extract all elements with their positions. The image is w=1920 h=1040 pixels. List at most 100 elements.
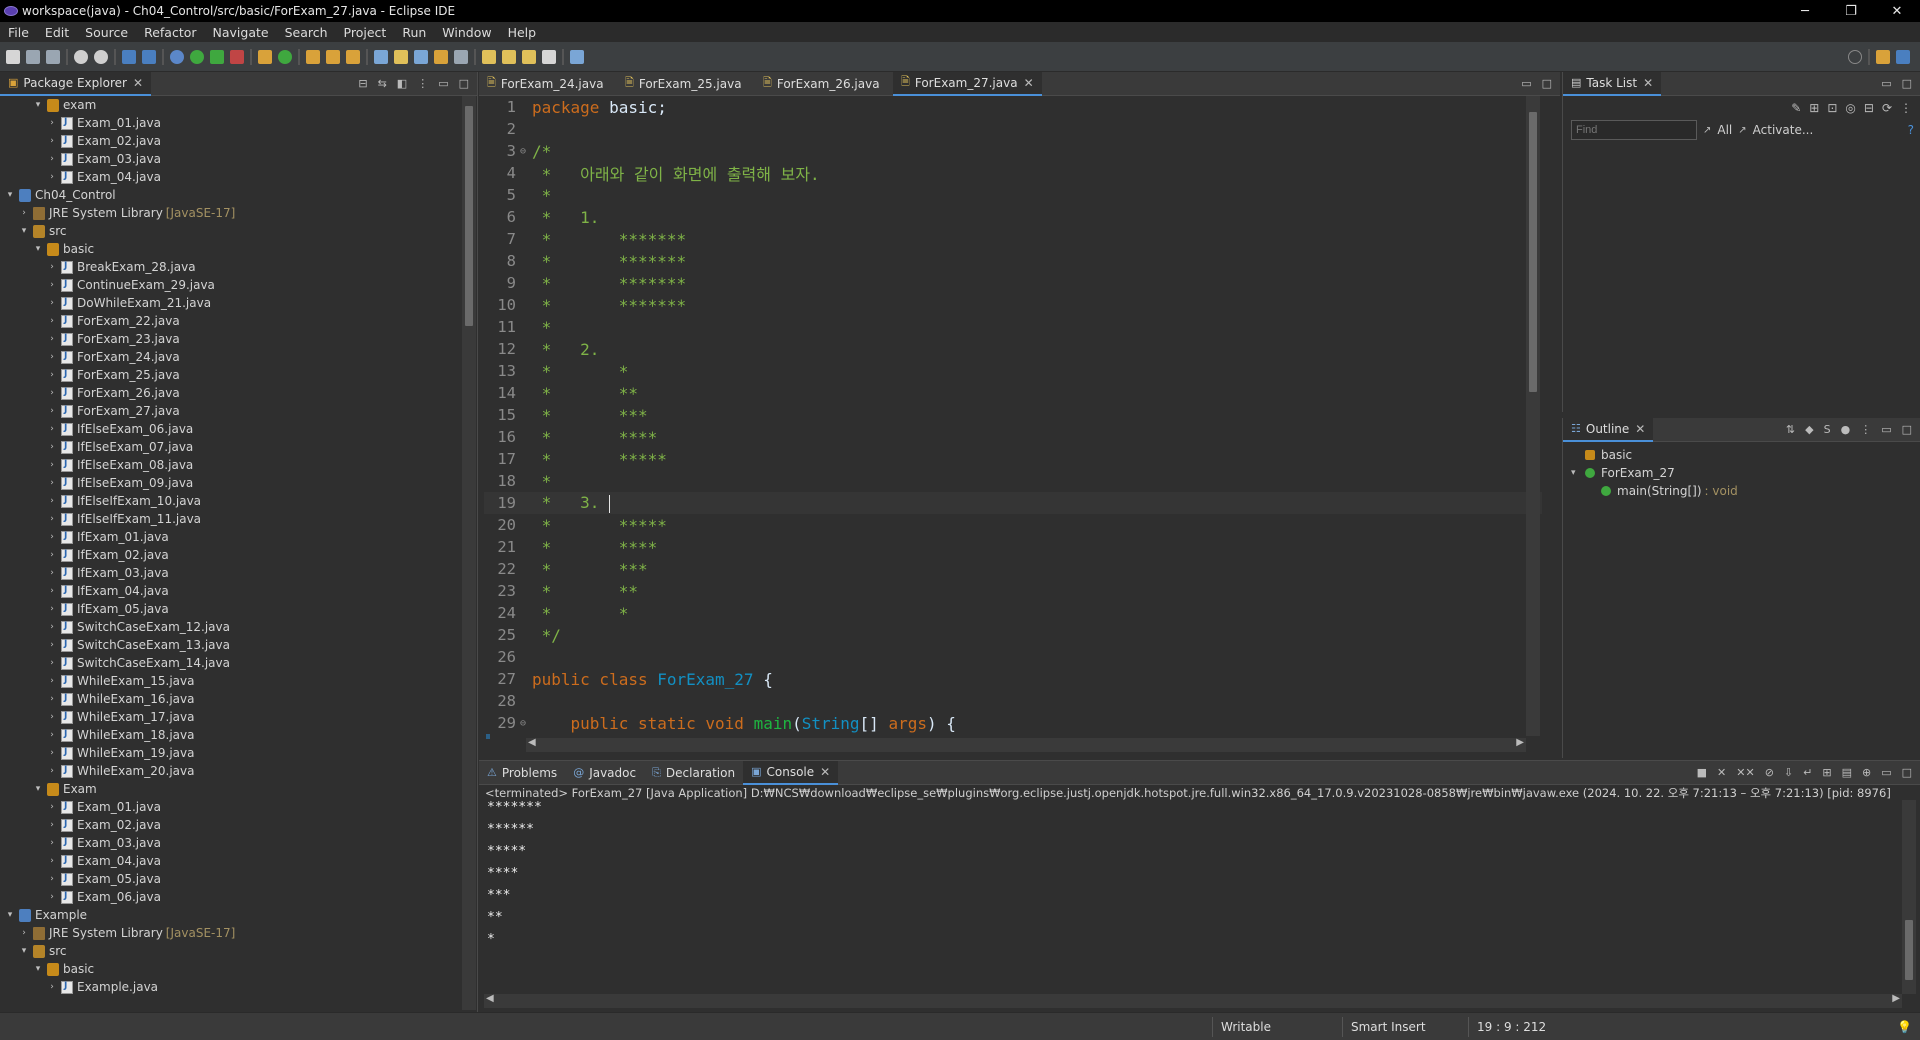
hide-nonpublic-icon[interactable]: ●	[1841, 423, 1851, 436]
hide-fields-icon[interactable]: ◆	[1805, 423, 1813, 436]
console-horizontal-scrollbar[interactable]: ◀ ▶	[484, 993, 1902, 1008]
tree-item[interactable]: › IfElseExam_09.java	[0, 474, 460, 492]
code-line[interactable]: 28	[484, 690, 1542, 712]
annotation-icon[interactable]	[394, 49, 408, 64]
hide-static-icon[interactable]: S	[1824, 423, 1831, 436]
new-task-icon[interactable]: ✎	[1791, 101, 1801, 115]
chevron-right-icon[interactable]: ›	[46, 550, 58, 560]
chevron-right-icon[interactable]: ›	[46, 460, 58, 470]
tree-item[interactable]: › Exam_05.java	[0, 870, 460, 888]
chevron-right-icon[interactable]: ›	[46, 658, 58, 668]
clear-console-icon[interactable]: ⊘	[1765, 766, 1774, 779]
minimize-button[interactable]: ─	[1782, 4, 1828, 19]
open-console-icon[interactable]: ⊕	[1862, 766, 1871, 779]
expand-icon[interactable]: ▾	[32, 244, 44, 254]
next-annotation-icon[interactable]	[482, 49, 496, 64]
expand-icon[interactable]: ▾	[18, 946, 30, 956]
pin-console-icon[interactable]: ⊞	[1822, 766, 1831, 779]
bottom-tab[interactable]: ⎘ Declaration	[644, 761, 743, 785]
redo-icon[interactable]	[94, 49, 108, 64]
code-line[interactable]: 17 * *****	[484, 448, 1542, 470]
chevron-right-icon[interactable]: ›	[46, 730, 58, 740]
link-with-editor-icon[interactable]: ⇆	[378, 77, 387, 90]
chevron-right-icon[interactable]: ›	[46, 802, 58, 812]
menu-refactor[interactable]: Refactor	[136, 25, 204, 40]
tree-item[interactable]: › Example.java	[0, 978, 460, 996]
tree-item[interactable]: › WhileExam_17.java	[0, 708, 460, 726]
scroll-left-icon[interactable]: ◀	[486, 993, 494, 1004]
tree-item[interactable]: ▾ Ch04_Control	[0, 186, 460, 204]
code-line[interactable]: 8 * *******	[484, 250, 1542, 272]
console-output[interactable]: ******* ****** ***** **** *** ** *	[484, 800, 1904, 990]
tree-item[interactable]: ▾ src	[0, 222, 460, 240]
chevron-right-icon[interactable]: ›	[46, 586, 58, 596]
task-all-link[interactable]: All	[1717, 123, 1732, 137]
editor-vertical-scrollbar[interactable]	[1526, 96, 1540, 736]
chevron-right-icon[interactable]: ›	[46, 298, 58, 308]
code-line[interactable]: 2	[484, 118, 1542, 140]
view-menu-icon[interactable]: ⋮	[1900, 101, 1912, 115]
code-line[interactable]: 9 * *******	[484, 272, 1542, 294]
pin-editor-icon[interactable]	[570, 49, 584, 64]
menu-search[interactable]: Search	[277, 25, 336, 40]
undo-icon[interactable]	[74, 49, 88, 64]
close-icon[interactable]: ✕	[1635, 422, 1645, 436]
tip-icon[interactable]: 💡	[1897, 1020, 1912, 1034]
code-line[interactable]: 21 * ****	[484, 536, 1542, 558]
tree-item[interactable]: ▾ src	[0, 942, 460, 960]
chevron-right-icon[interactable]: ›	[46, 154, 58, 164]
menu-project[interactable]: Project	[336, 25, 395, 40]
chevron-right-icon[interactable]: ›	[46, 604, 58, 614]
tree-item[interactable]: › Exam_04.java	[0, 168, 460, 186]
tab-outline[interactable]: ☷ Outline ✕	[1563, 417, 1654, 442]
chevron-right-icon[interactable]: ›	[46, 622, 58, 632]
task-find-input[interactable]	[1571, 120, 1697, 140]
close-button[interactable]: ✕	[1874, 4, 1920, 19]
scrollbar-thumb[interactable]	[1529, 112, 1537, 392]
terminate-icon[interactable]: ■	[1697, 766, 1707, 779]
help-icon[interactable]: ?	[1908, 123, 1914, 137]
outline-item[interactable]: main(String[]): void	[1563, 482, 1920, 500]
code-line[interactable]: 25 */	[484, 624, 1542, 646]
scroll-right-icon[interactable]: ▶	[1892, 993, 1900, 1004]
chevron-right-icon[interactable]: ›	[46, 982, 58, 992]
tree-item[interactable]: › JRE System Library [JavaSE-17]	[0, 204, 460, 222]
chevron-right-icon[interactable]: ›	[46, 856, 58, 866]
code-line[interactable]: 4 * 아래와 같이 화면에 출력해 보자.	[484, 162, 1542, 184]
chevron-right-icon[interactable]: ›	[46, 424, 58, 434]
maximize-view-icon[interactable]: □	[1902, 77, 1912, 90]
filter-icon[interactable]: ◧	[397, 77, 407, 90]
status-cursor-position[interactable]: 19 : 9 : 212	[1468, 1016, 1588, 1037]
tree-item[interactable]: › Exam_01.java	[0, 798, 460, 816]
word-wrap-icon[interactable]	[434, 49, 448, 64]
chevron-right-icon[interactable]: ›	[18, 928, 30, 938]
scroll-left-icon[interactable]: ◀	[528, 737, 536, 748]
tab-package-explorer[interactable]: ▣ Package Explorer ✕	[0, 71, 151, 96]
save-icon[interactable]	[26, 49, 40, 64]
search-toolbar-icon[interactable]	[346, 49, 360, 64]
code-line[interactable]: 14 * **	[484, 382, 1542, 404]
close-icon[interactable]: ✕	[1024, 76, 1034, 90]
tree-item[interactable]: ▾ Example	[0, 906, 460, 924]
tree-item[interactable]: › Exam_02.java	[0, 816, 460, 834]
tree-item[interactable]: › IfExam_02.java	[0, 546, 460, 564]
toggle-mark-occurrences-icon[interactable]	[374, 49, 388, 64]
code-line[interactable]: 7 * *******	[484, 228, 1542, 250]
editor-tab[interactable]: 🗎 ForExam_25.java	[617, 72, 755, 96]
menu-file[interactable]: File	[0, 25, 37, 40]
chevron-right-icon[interactable]: ›	[46, 640, 58, 650]
chevron-right-icon[interactable]: ›	[46, 496, 58, 506]
code-editor[interactable]: 1 package basic; 2 3 ⊖/* 4 * 아래와 같이 화면에 출력해 보…	[484, 96, 1542, 734]
code-line[interactable]: 6 * 1.	[484, 206, 1542, 228]
tree-item[interactable]: › SwitchCaseExam_14.java	[0, 654, 460, 672]
minimize-view-icon[interactable]: ▭	[1881, 766, 1891, 779]
chevron-right-icon[interactable]: ›	[46, 568, 58, 578]
minimize-view-icon[interactable]: ▭	[1521, 77, 1531, 90]
terminal-icon[interactable]	[122, 49, 136, 64]
tree-item[interactable]: › JRE System Library [JavaSE-17]	[0, 924, 460, 942]
java-perspective-icon[interactable]	[1896, 49, 1910, 64]
package-explorer-scrollbar[interactable]	[462, 96, 476, 1010]
tree-item[interactable]: › IfExam_03.java	[0, 564, 460, 582]
chevron-right-icon[interactable]: ›	[46, 820, 58, 830]
code-line[interactable]: 1 package basic;	[484, 96, 1542, 118]
